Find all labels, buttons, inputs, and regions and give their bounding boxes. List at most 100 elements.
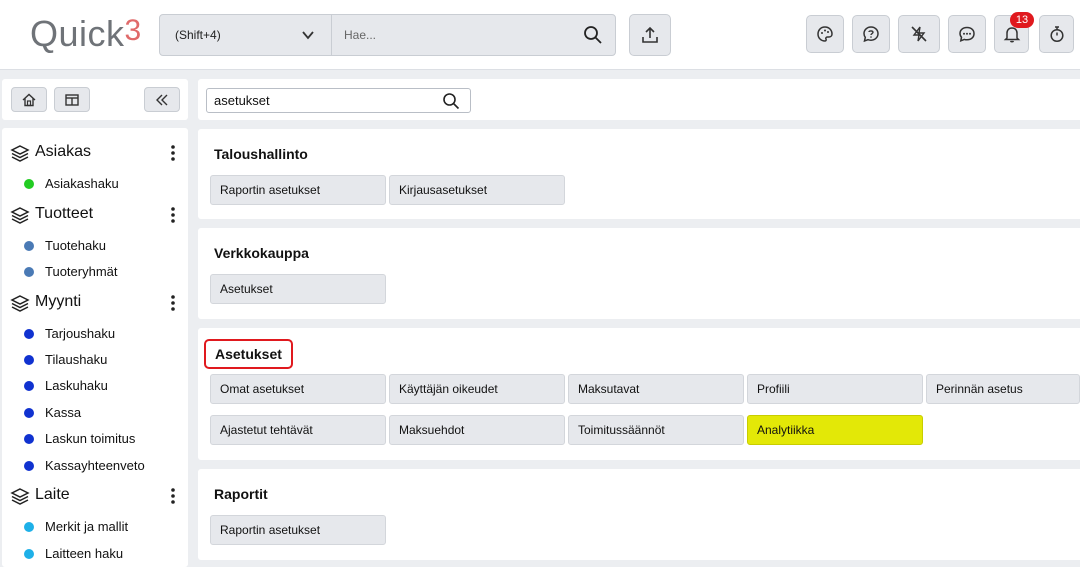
- palette-icon: [817, 26, 833, 42]
- tile-kirjausasetukset[interactable]: Kirjausasetukset: [389, 175, 565, 205]
- sidebar-item-label: Laskun toimitus: [45, 431, 136, 446]
- more-vertical-icon[interactable]: [170, 206, 176, 224]
- global-search: (Shift+4) Hae...: [159, 14, 616, 56]
- group-card-verkkokauppa: Verkkokauppa Asetukset: [198, 228, 1080, 319]
- sidebar-item-label: Kassayhteenveto: [45, 458, 145, 473]
- group-card-asetukset: Asetukset Omat asetukset Käyttäjän oikeu…: [198, 328, 1080, 460]
- layers-icon: [10, 488, 30, 505]
- sidebar-item-tilaushaku[interactable]: Tilaushaku: [2, 349, 188, 373]
- more-vertical-icon[interactable]: [170, 144, 176, 162]
- sidebar-item-tuotehaku[interactable]: Tuotehaku: [2, 235, 188, 259]
- status-dot: [24, 355, 34, 365]
- group-title: Taloushallinto: [214, 146, 308, 162]
- search-icon[interactable]: [583, 25, 603, 45]
- help-icon: [863, 26, 879, 43]
- sidebar-item-tuoteryhmat[interactable]: Tuoteryhmät: [2, 261, 188, 285]
- tile-maksutavat[interactable]: Maksutavat: [568, 374, 744, 404]
- sidebar-toolbar: [2, 79, 188, 120]
- sidebar-section-tuotteet[interactable]: Tuotteet: [2, 201, 188, 229]
- tile-analytiikka[interactable]: Analytiikka: [747, 415, 923, 445]
- tile-raportin-asetukset[interactable]: Raportin asetukset: [210, 175, 386, 205]
- app-logo[interactable]: Quick3: [30, 13, 142, 55]
- flash-off-icon: [911, 26, 927, 42]
- sidebar-item-tarjoushaku[interactable]: Tarjoushaku: [2, 323, 188, 347]
- sidebar-item-kassayhteenveto[interactable]: Kassayhteenveto: [2, 455, 188, 479]
- more-vertical-icon[interactable]: [170, 294, 176, 312]
- status-dot: [24, 381, 34, 391]
- collapse-sidebar-button[interactable]: [144, 87, 180, 112]
- tile-omat-asetukset[interactable]: Omat asetukset: [210, 374, 386, 404]
- sidebar-item-asiakashaku[interactable]: Asiakashaku: [2, 173, 188, 197]
- group-card-raportit: Raportit Raportin asetukset: [198, 469, 1080, 560]
- sidebar-nav: Asiakas Asiakashaku Tuotteet Tuotehaku T…: [2, 128, 188, 567]
- search-input[interactable]: Hae...: [344, 15, 376, 55]
- filter-input[interactable]: asetukset: [206, 88, 471, 113]
- sidebar-item-kassa[interactable]: Kassa: [2, 402, 188, 426]
- timer-icon: [1049, 26, 1064, 43]
- group-title: Raportit: [214, 486, 268, 502]
- status-dot: [24, 267, 34, 277]
- layers-icon: [10, 207, 30, 224]
- sidebar-item-label: Asiakashaku: [45, 176, 119, 191]
- search-scope-label: (Shift+4): [175, 28, 221, 42]
- sidebar-section-title: Asiakas: [35, 143, 92, 160]
- chevrons-left-icon: [156, 94, 168, 105]
- sidebar-item-laitteen-haku[interactable]: Laitteen haku: [2, 543, 188, 567]
- sidebar-item-laskun-toimitus[interactable]: Laskun toimitus: [2, 428, 188, 452]
- search-icon[interactable]: [442, 92, 460, 110]
- sidebar-section-myynti[interactable]: Myynti: [2, 289, 188, 317]
- flash-off-button[interactable]: [898, 15, 940, 53]
- group-card-taloushallinto: Taloushallinto Raportin asetukset Kirjau…: [198, 129, 1080, 219]
- chat-icon: [959, 26, 975, 43]
- upload-icon: [642, 26, 658, 43]
- theme-button[interactable]: [806, 15, 844, 53]
- status-dot: [24, 329, 34, 339]
- layout-icon: [65, 93, 79, 106]
- more-vertical-icon[interactable]: [170, 487, 176, 505]
- notifications-button[interactable]: 13: [994, 12, 1034, 53]
- sidebar-item-label: Tuoteryhmät: [45, 264, 118, 279]
- status-dot: [24, 241, 34, 251]
- status-dot: [24, 549, 34, 559]
- help-button[interactable]: [852, 15, 890, 53]
- filter-input-value: asetukset: [214, 93, 270, 108]
- top-header: Quick3 (Shift+4) Hae... 13: [0, 0, 1080, 70]
- sidebar-item-laskuhaku[interactable]: Laskuhaku: [2, 375, 188, 399]
- group-title: Asetukset: [204, 339, 293, 369]
- upload-button[interactable]: [629, 14, 671, 56]
- timer-button[interactable]: [1039, 15, 1074, 53]
- home-icon: [22, 93, 36, 106]
- tile-kayttajan-oikeudet[interactable]: Käyttäjän oikeudet: [389, 374, 565, 404]
- sidebar-item-label: Tarjoushaku: [45, 326, 116, 341]
- tile-raportin-asetukset[interactable]: Raportin asetukset: [210, 515, 386, 545]
- home-button[interactable]: [11, 87, 47, 112]
- status-dot: [24, 408, 34, 418]
- chevron-down-icon: [302, 31, 314, 40]
- sidebar-section-laite[interactable]: Laite: [2, 482, 188, 510]
- status-dot: [24, 434, 34, 444]
- search-scope-select[interactable]: (Shift+4): [160, 15, 332, 55]
- chat-button[interactable]: [948, 15, 986, 53]
- notification-badge: 13: [1010, 12, 1034, 28]
- tile-perinnan-asetus[interactable]: Perinnän asetus: [926, 374, 1080, 404]
- sidebar-item-label: Kassa: [45, 405, 82, 420]
- sidebar-item-label: Laitteen haku: [45, 546, 124, 561]
- sidebar-item-label: Merkit ja mallit: [45, 519, 129, 534]
- status-dot: [24, 522, 34, 532]
- sidebar-section-asiakas[interactable]: Asiakas: [2, 139, 188, 167]
- sidebar-item-merkit-ja-mallit[interactable]: Merkit ja mallit: [2, 516, 188, 540]
- sidebar-section-title: Tuotteet: [35, 205, 94, 222]
- sidebar-section-title: Laite: [35, 486, 70, 503]
- tile-maksuehdot[interactable]: Maksuehdot: [389, 415, 565, 445]
- sidebar-item-label: Tuotehaku: [45, 238, 106, 253]
- tile-ajastetut-tehtavat[interactable]: Ajastetut tehtävät: [210, 415, 386, 445]
- layers-icon: [10, 295, 30, 312]
- tile-profiili[interactable]: Profiili: [747, 374, 923, 404]
- tile-asetukset[interactable]: Asetukset: [210, 274, 386, 304]
- sidebar-section-title: Myynti: [35, 293, 82, 310]
- sidebar-item-label: Tilaushaku: [45, 352, 108, 367]
- status-dot: [24, 461, 34, 471]
- layout-button[interactable]: [54, 87, 90, 112]
- tile-toimitussaannot[interactable]: Toimitussäännöt: [568, 415, 744, 445]
- status-dot: [24, 179, 34, 189]
